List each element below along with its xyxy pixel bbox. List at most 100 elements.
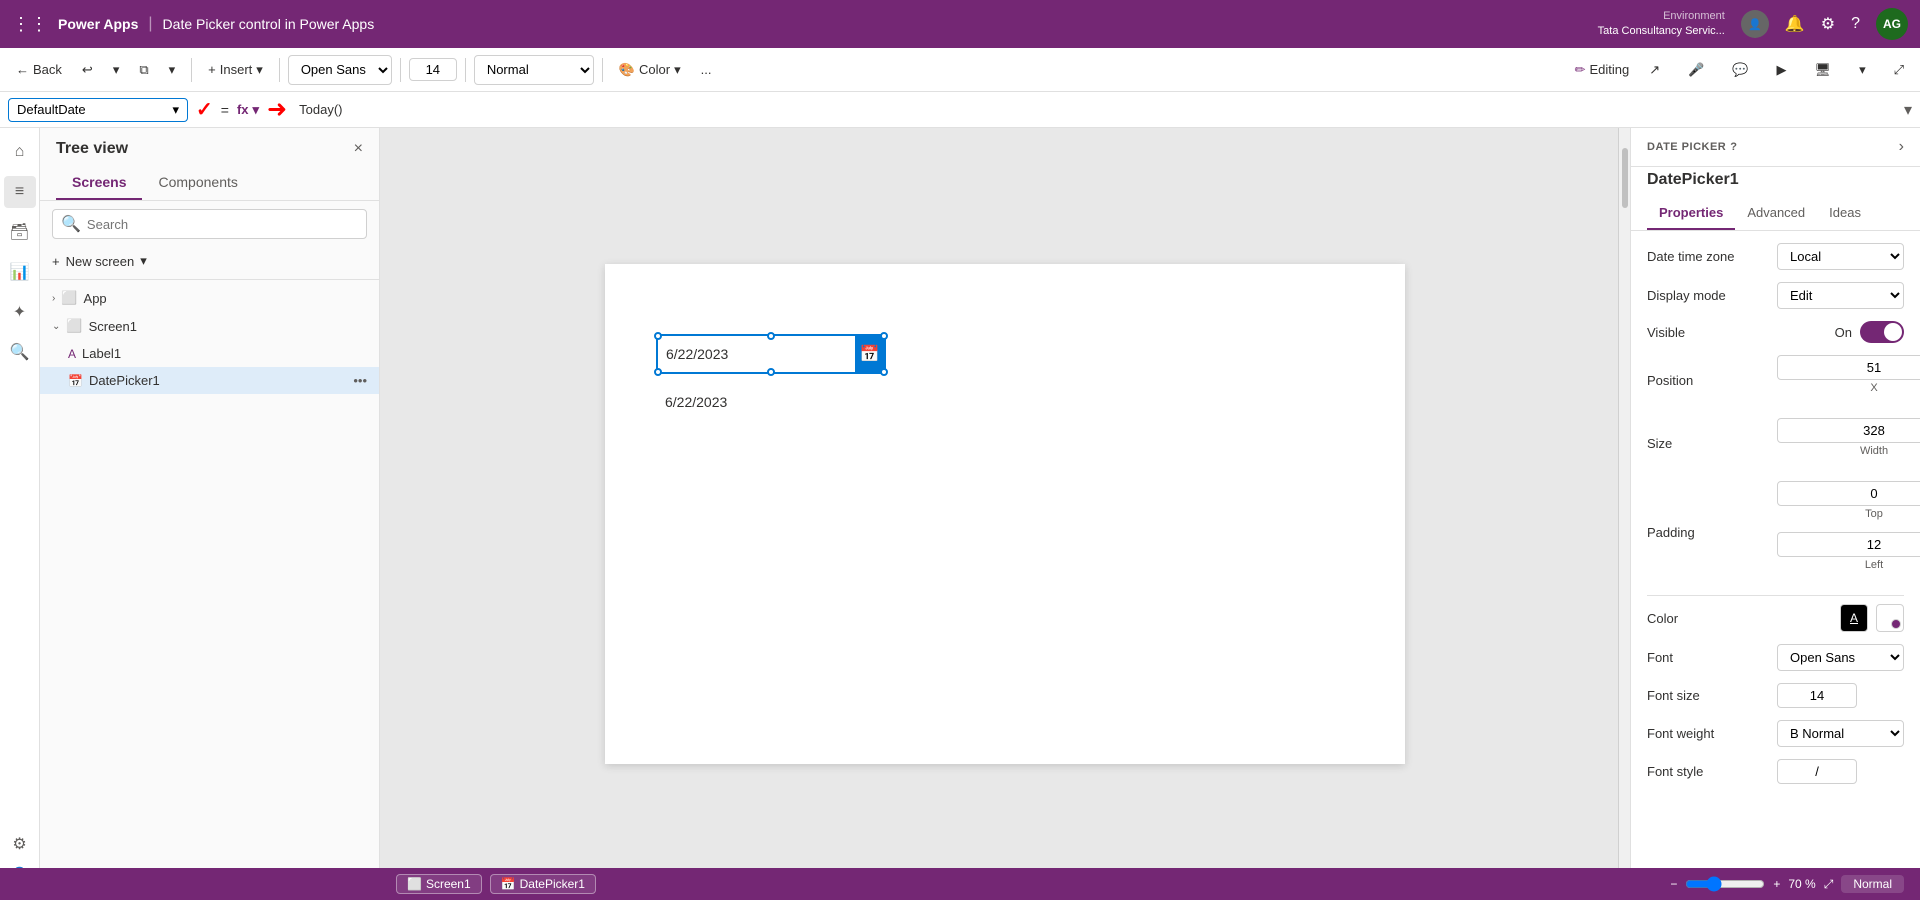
pad-top-input[interactable] [1777, 481, 1920, 506]
copy-button[interactable]: ⧉ [131, 58, 156, 82]
tab-screens[interactable]: Screens [56, 166, 142, 200]
chart-sidebar-icon[interactable]: 📊 [4, 256, 36, 288]
font-size-prop-input[interactable] [1777, 683, 1857, 708]
help-icon[interactable]: ? [1851, 15, 1860, 33]
share-button[interactable]: ↗ [1641, 58, 1668, 82]
page-name: Date Picker control in Power Apps [163, 16, 375, 32]
copy-dropdown[interactable]: ▾ [161, 58, 184, 82]
tree-close-button[interactable]: × [354, 140, 363, 158]
panel-collapse-button[interactable]: › [1899, 138, 1904, 156]
right-properties-panel: DATE PICKER ? › DatePicker1 Properties A… [1630, 128, 1920, 900]
tree-item-app[interactable]: › ⬜ App [40, 284, 379, 312]
tab-ideas[interactable]: Ideas [1817, 197, 1873, 230]
datepicker-control[interactable]: 📅 [656, 334, 886, 374]
color-text-swatch[interactable]: A [1840, 604, 1868, 632]
tab-components[interactable]: Components [142, 166, 253, 200]
apps-grid-icon[interactable]: ⋮⋮ [12, 14, 48, 35]
zoom-minus-button[interactable]: − [1670, 877, 1677, 891]
visible-toggle[interactable] [1860, 321, 1904, 343]
color-button[interactable]: 🎨 Color ▾ [611, 58, 689, 82]
scroll-thumb-v[interactable] [1622, 148, 1628, 208]
font-style-input[interactable] [1777, 759, 1857, 784]
home-sidebar-icon[interactable]: ⌂ [4, 136, 36, 168]
magic-sidebar-icon[interactable]: ✦ [4, 296, 36, 328]
handle-br[interactable] [880, 368, 888, 376]
font-select[interactable]: Open Sans [1777, 644, 1904, 671]
screen1-tab[interactable]: ⬜ Screen1 [396, 874, 482, 894]
size-w-input[interactable] [1777, 418, 1920, 443]
handle-bl[interactable] [654, 368, 662, 376]
new-screen-button[interactable]: + New screen ▾ [40, 247, 379, 275]
sep-4 [465, 58, 466, 82]
pos-x-input[interactable] [1777, 355, 1920, 380]
font-family-select[interactable]: Open Sans [288, 55, 392, 85]
canvas-surface[interactable]: 📅 6/22/2023 [605, 264, 1405, 764]
back-button[interactable]: ← Back [8, 58, 70, 81]
layers-sidebar-icon[interactable]: ≡ [4, 176, 36, 208]
tree-item-datepicker1[interactable]: 📅 DatePicker1 ••• [40, 367, 379, 394]
zoom-plus-button[interactable]: + [1773, 877, 1780, 891]
zoom-controls: − + 70 % ⤢ Normal [1670, 875, 1904, 893]
datepicker1-type-icon: 📅 [68, 374, 83, 388]
property-dropdown-icon: ▾ [172, 102, 179, 118]
font-size-input[interactable] [409, 58, 457, 81]
more-button[interactable]: ... [693, 58, 720, 81]
formula-content[interactable]: Today() [295, 102, 1896, 117]
search-icon: 🔍 [61, 214, 81, 234]
prop-color: Color A [1647, 604, 1904, 632]
env-label: Environment [1598, 9, 1725, 24]
color-dropdown-icon: ▾ [674, 62, 681, 78]
datepicker-date-input[interactable] [658, 346, 855, 362]
vertical-scrollbar[interactable] [1618, 128, 1630, 880]
handle-tl[interactable] [654, 332, 662, 340]
pad-left-input[interactable] [1777, 532, 1920, 557]
bell-icon[interactable]: 🔔 [1785, 14, 1805, 34]
date-tz-select[interactable]: Local [1777, 243, 1904, 270]
font-size-input-wrapper [1777, 683, 1904, 708]
handle-tm[interactable] [767, 332, 775, 340]
canvas-area[interactable]: 📅 6/22/2023 [380, 128, 1630, 900]
zoom-slider[interactable] [1685, 876, 1765, 892]
datepicker-tab[interactable]: 📅 DatePicker1 [490, 874, 596, 894]
fx-dropdown: ▾ [253, 102, 260, 118]
display-mode-select[interactable]: Edit [1777, 282, 1904, 309]
handle-bm[interactable] [767, 368, 775, 376]
top-bar-right: Environment Tata Consultancy Servic... 👤… [1598, 8, 1908, 40]
font-weight-select[interactable]: B Normal [1777, 720, 1904, 747]
search-input[interactable] [87, 217, 358, 232]
user-avatar[interactable]: AG [1876, 8, 1908, 40]
tree-item-label1[interactable]: A Label1 [40, 340, 379, 367]
comment-button[interactable]: 💬 [1724, 58, 1756, 82]
style-select[interactable]: Normal [474, 55, 594, 85]
search-sidebar-icon[interactable]: 🔍 [4, 336, 36, 368]
play-button[interactable]: ▶ [1769, 58, 1795, 82]
undo-button[interactable]: ↩ [74, 58, 101, 82]
datepicker1-more-icon[interactable]: ••• [353, 373, 367, 388]
display-mode-value: Edit [1777, 282, 1904, 309]
expand-button[interactable]: ⤢ [1886, 58, 1912, 82]
insert-button[interactable]: + Insert ▾ [200, 58, 271, 82]
settings-icon[interactable]: ⚙ [1821, 14, 1835, 34]
fx-button[interactable]: fx ▾ [237, 102, 259, 118]
fullscreen-button[interactable]: ⤢ [1824, 877, 1834, 892]
datepicker-calendar-button[interactable]: 📅 [855, 336, 884, 372]
fx-label: fx [237, 102, 249, 117]
data-sidebar-icon[interactable]: 🗃 [4, 216, 36, 248]
help-icon-panel[interactable]: ? [1730, 141, 1737, 153]
tab-advanced[interactable]: Advanced [1735, 197, 1817, 230]
tree-search-box[interactable]: 🔍 [52, 209, 367, 239]
tree-item-screen1[interactable]: ⌄ ⬜ Screen1 [40, 312, 379, 340]
property-selector[interactable]: DefaultDate ▾ [8, 98, 188, 122]
tab-properties[interactable]: Properties [1647, 197, 1735, 230]
prop-visible: Visible On [1647, 321, 1904, 343]
screen-dropdown[interactable]: ▾ [1851, 58, 1874, 82]
color-fill-swatch[interactable] [1876, 604, 1904, 632]
undo-dropdown[interactable]: ▾ [105, 58, 128, 82]
screen-button[interactable]: 🖥 [1807, 58, 1840, 82]
settings-sidebar-icon[interactable]: ⚙ [4, 828, 36, 860]
formula-expand[interactable]: ▾ [1904, 100, 1912, 120]
prop-display-mode: Display mode Edit [1647, 282, 1904, 309]
mic-button[interactable]: 🎤 [1680, 58, 1712, 82]
handle-tr[interactable] [880, 332, 888, 340]
font-value: Open Sans [1777, 644, 1904, 671]
